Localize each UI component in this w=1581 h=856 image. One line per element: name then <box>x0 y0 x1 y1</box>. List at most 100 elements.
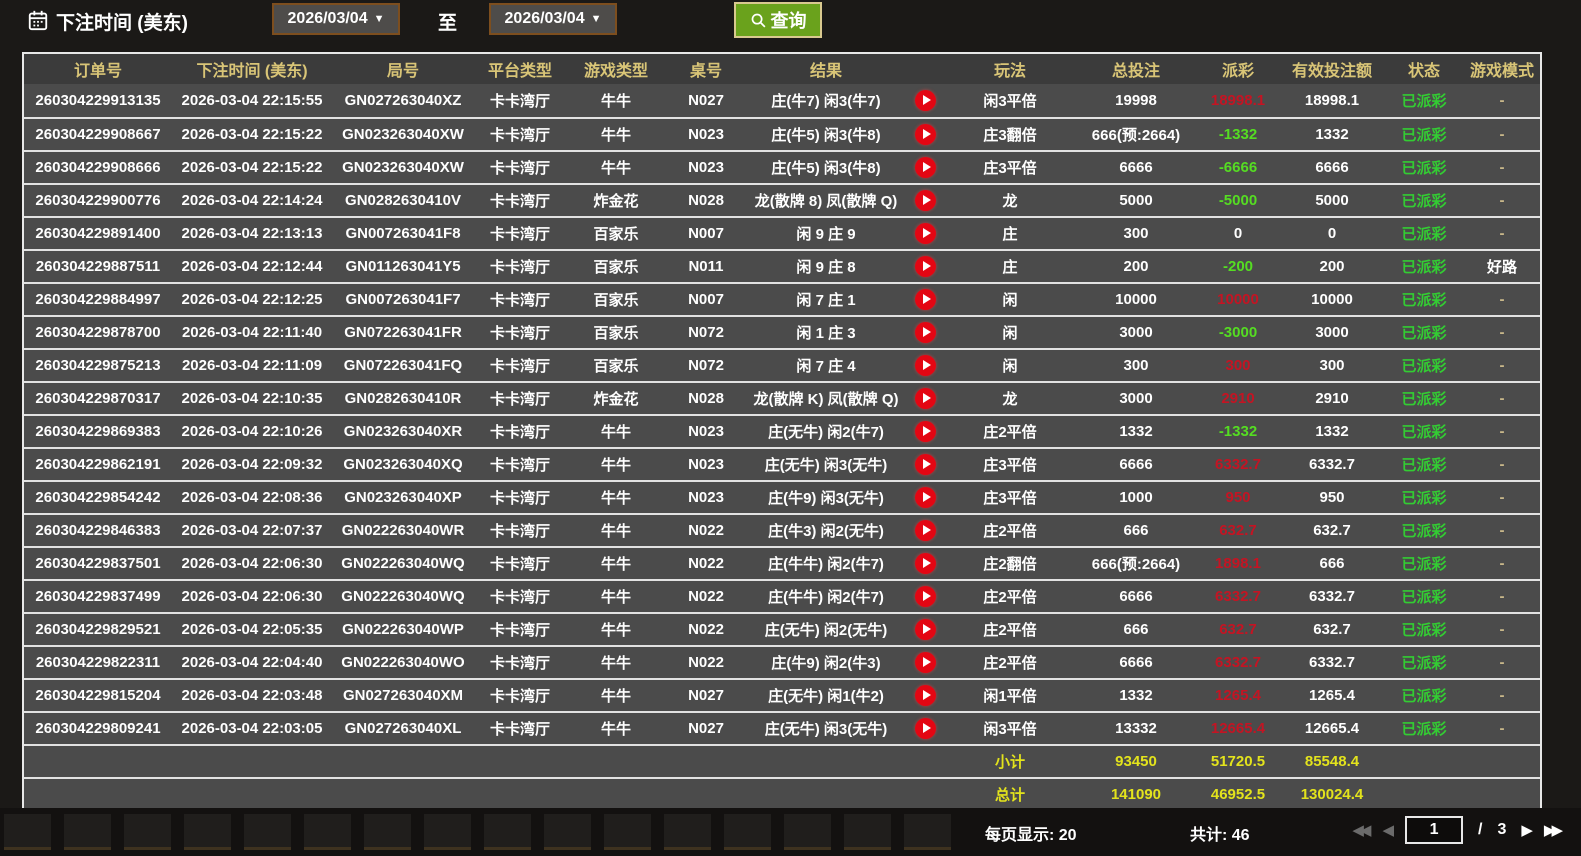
cell-bet-time: 2026-03-04 22:15:22 <box>172 152 332 183</box>
cell-total-bet: 1332 <box>1076 416 1196 447</box>
subtotal-label: 小计 <box>944 746 1076 777</box>
play-replay-icon[interactable] <box>915 520 936 541</box>
cell-valid-bet: 12665.4 <box>1280 713 1384 744</box>
prev-page-icon[interactable]: ◀ <box>1382 821 1390 839</box>
play-replay-icon[interactable] <box>915 388 936 409</box>
play-replay-icon[interactable] <box>915 355 936 376</box>
chevron-down-icon: ▼ <box>591 13 602 25</box>
cell-game-mode: - <box>1464 218 1540 249</box>
query-button[interactable]: 查询 <box>734 2 822 38</box>
subtotal-payout: 51720.5 <box>1196 746 1280 777</box>
date-to-picker[interactable]: 2026/03/04 ▼ <box>489 3 617 35</box>
play-replay-icon[interactable] <box>915 223 936 244</box>
play-replay-icon[interactable] <box>915 289 936 310</box>
first-page-icon[interactable]: ◀◀ <box>1352 821 1367 839</box>
cell-table-number: N028 <box>666 185 746 216</box>
cell-total-bet: 3000 <box>1076 383 1196 414</box>
table-header-row: 订单号下注时间 (美东)局号平台类型游戏类型桌号结果玩法总投注派彩有效投注额状态… <box>24 54 1540 84</box>
cell-game-mode: - <box>1464 548 1540 579</box>
grand-total-payout: 46952.5 <box>1196 779 1280 810</box>
cell-game-type: 牛牛 <box>566 581 666 612</box>
cell-table-number: N027 <box>666 713 746 744</box>
cell-platform: 卡卡湾厅 <box>474 119 566 150</box>
ghost-button <box>724 814 771 850</box>
play-replay-icon[interactable] <box>915 322 936 343</box>
play-replay-icon[interactable] <box>915 421 936 442</box>
cell-game-mode: - <box>1464 482 1540 513</box>
cell-platform: 卡卡湾厅 <box>474 713 566 744</box>
cell-order-number: 260304229837499 <box>24 581 172 612</box>
cell-status: 已派彩 <box>1384 416 1464 447</box>
play-replay-icon[interactable] <box>915 718 936 739</box>
next-page-icon[interactable]: ▶ <box>1521 821 1529 839</box>
cell-game-type: 炸金花 <box>566 185 666 216</box>
cell-total-bet: 6666 <box>1076 152 1196 183</box>
play-replay-icon[interactable] <box>915 90 936 111</box>
cell-payout: 10000 <box>1196 284 1280 315</box>
column-header-time: 下注时间 (美东) <box>172 54 332 84</box>
cell-total-bet: 666 <box>1076 515 1196 546</box>
last-page-icon[interactable]: ▶▶ <box>1544 821 1559 839</box>
cell-status: 已派彩 <box>1384 548 1464 579</box>
page-separator: / <box>1478 821 1482 839</box>
page-total: 3 <box>1497 821 1506 839</box>
play-replay-icon[interactable] <box>915 619 936 640</box>
cell-play-type: 庄3翻倍 <box>944 119 1076 150</box>
cell-status: 已派彩 <box>1384 251 1464 282</box>
cell-round-number: GN023263040XW <box>332 119 474 150</box>
page-number-input[interactable] <box>1405 816 1463 844</box>
cell-table-number: N027 <box>666 680 746 711</box>
play-replay-icon[interactable] <box>915 487 936 508</box>
cell-bet-time: 2026-03-04 22:11:40 <box>172 317 332 348</box>
cell-payout: 2910 <box>1196 383 1280 414</box>
cell-round-number: GN023263040XW <box>332 152 474 183</box>
play-replay-icon[interactable] <box>915 652 936 673</box>
table-row: 260304229875213 2026-03-04 22:11:09 GN07… <box>24 348 1540 381</box>
play-replay-icon[interactable] <box>915 586 936 607</box>
cell-round-number: GN022263040WO <box>332 647 474 678</box>
cell-total-bet: 200 <box>1076 251 1196 282</box>
cell-platform: 卡卡湾厅 <box>474 84 566 117</box>
cell-platform: 卡卡湾厅 <box>474 251 566 282</box>
cell-game-mode: - <box>1464 383 1540 414</box>
cell-game-type: 牛牛 <box>566 614 666 645</box>
cell-bet-time: 2026-03-04 22:03:48 <box>172 680 332 711</box>
play-replay-icon[interactable] <box>915 190 936 211</box>
cell-status: 已派彩 <box>1384 119 1464 150</box>
cell-total-bet: 666(预:2664) <box>1076 119 1196 150</box>
cell-play-type: 闲3平倍 <box>944 713 1076 744</box>
date-from-picker[interactable]: 2026/03/04 ▼ <box>272 3 400 35</box>
cell-round-number: GN027263040XL <box>332 713 474 744</box>
cell-play-type: 庄2平倍 <box>944 647 1076 678</box>
table-row: 260304229870317 2026-03-04 22:10:35 GN02… <box>24 381 1540 414</box>
play-replay-icon[interactable] <box>915 685 936 706</box>
table-row: 260304229815204 2026-03-04 22:03:48 GN02… <box>24 678 1540 711</box>
cell-payout: 18998.1 <box>1196 84 1280 117</box>
cell-table-number: N022 <box>666 614 746 645</box>
cell-round-number: GN0282630410V <box>332 185 474 216</box>
play-replay-icon[interactable] <box>915 256 936 277</box>
cell-status: 已派彩 <box>1384 350 1464 381</box>
cell-platform: 卡卡湾厅 <box>474 284 566 315</box>
table-row: 260304229809241 2026-03-04 22:03:05 GN02… <box>24 711 1540 744</box>
play-replay-icon[interactable] <box>915 553 936 574</box>
cell-payout: 632.7 <box>1196 515 1280 546</box>
cell-game-type: 牛牛 <box>566 515 666 546</box>
cell-bet-time: 2026-03-04 22:03:05 <box>172 713 332 744</box>
cell-payout: 6332.7 <box>1196 581 1280 612</box>
ghost-button <box>184 814 231 850</box>
cell-result: 闲 9 庄 9 <box>746 218 906 249</box>
cell-play-type: 闲 <box>944 317 1076 348</box>
cell-order-number: 260304229869383 <box>24 416 172 447</box>
cell-game-type: 百家乐 <box>566 317 666 348</box>
cell-table-number: N027 <box>666 84 746 117</box>
play-replay-icon[interactable] <box>915 157 936 178</box>
cell-play-type: 庄3平倍 <box>944 449 1076 480</box>
ghost-button <box>904 814 951 850</box>
cell-valid-bet: 200 <box>1280 251 1384 282</box>
cell-order-number: 260304229875213 <box>24 350 172 381</box>
play-replay-icon[interactable] <box>915 454 936 475</box>
cell-platform: 卡卡湾厅 <box>474 614 566 645</box>
date-range-to-label: 至 <box>438 8 457 35</box>
play-replay-icon[interactable] <box>915 124 936 145</box>
